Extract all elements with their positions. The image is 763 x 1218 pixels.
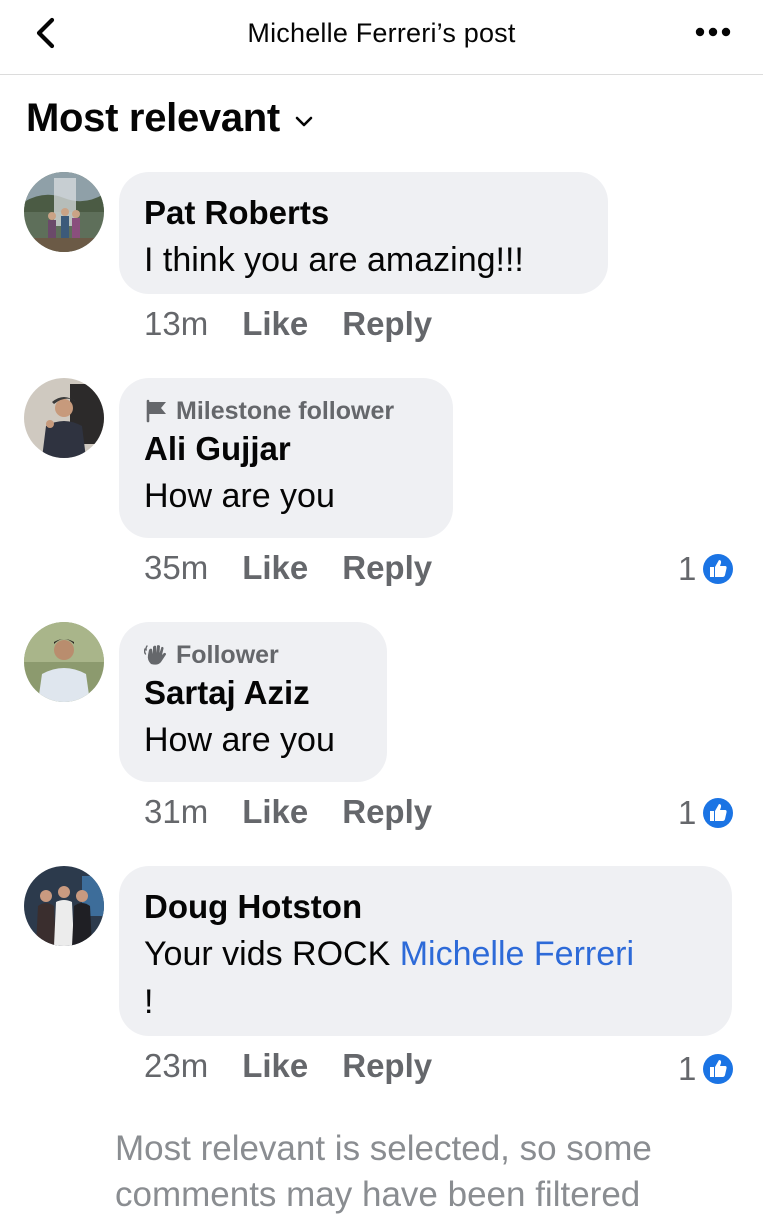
sort-dropdown[interactable]: Most relevant bbox=[26, 96, 314, 141]
sort-label: Most relevant bbox=[26, 96, 280, 140]
avatar[interactable] bbox=[24, 866, 104, 946]
comment-bubble[interactable]: Doug Hotston Your vids ROCK Michelle Fer… bbox=[119, 866, 732, 1036]
comment-actions: 35m Like Reply bbox=[144, 549, 432, 587]
comment-time: 23m bbox=[144, 1047, 209, 1084]
like-button[interactable]: Like bbox=[242, 549, 308, 587]
comment-text-part: Your vids ROCK bbox=[144, 935, 400, 973]
commenter-name[interactable]: Ali Gujjar bbox=[144, 426, 427, 472]
filter-notice: Most relevant is selected, so some comme… bbox=[115, 1129, 652, 1214]
reaction-count[interactable]: 1 bbox=[678, 794, 736, 832]
more-options-button[interactable] bbox=[690, 20, 740, 50]
follower-badge: Follower bbox=[144, 640, 361, 670]
comment-actions: 13m Like Reply bbox=[144, 305, 432, 343]
comment-bubble[interactable]: Milestone follower Ali Gujjar How are yo… bbox=[119, 378, 453, 538]
more-dots-icon bbox=[695, 27, 731, 37]
top-bar: Michelle Ferreri’s post bbox=[0, 0, 763, 75]
wave-hand-icon bbox=[144, 645, 166, 665]
comment-time: 31m bbox=[144, 793, 209, 830]
avatar-photo bbox=[24, 622, 104, 702]
comment-text: Your vids ROCK Michelle Ferreri! bbox=[144, 930, 706, 1026]
like-button[interactable]: Like bbox=[242, 1047, 308, 1085]
comment-time: 13m bbox=[144, 305, 209, 342]
badge-label: Follower bbox=[176, 640, 279, 669]
reaction-number: 1 bbox=[678, 550, 697, 587]
comment-text-part: ! bbox=[144, 983, 154, 1021]
reaction-number: 1 bbox=[678, 794, 697, 831]
like-button[interactable]: Like bbox=[242, 305, 308, 343]
milestone-badge: Milestone follower bbox=[144, 396, 427, 426]
comment-time: 35m bbox=[144, 549, 209, 586]
like-reaction-icon bbox=[701, 796, 736, 830]
comment-actions: 31m Like Reply bbox=[144, 793, 432, 831]
reaction-number: 1 bbox=[678, 1050, 697, 1087]
page-title: Michelle Ferreri’s post bbox=[247, 18, 516, 48]
comment-actions: 23m Like Reply bbox=[144, 1047, 432, 1085]
comment-text: How are you bbox=[144, 477, 335, 515]
commenter-name[interactable]: Sartaj Aziz bbox=[144, 670, 361, 716]
mention-link[interactable]: Michelle Ferreri bbox=[400, 935, 634, 973]
comment-bubble[interactable]: Follower Sartaj Aziz How are you bbox=[119, 622, 387, 782]
chevron-down-icon bbox=[295, 116, 313, 126]
like-reaction-icon bbox=[701, 552, 736, 586]
comment-bubble[interactable]: Pat Roberts I think you are amazing!!! bbox=[119, 172, 608, 294]
avatar[interactable] bbox=[24, 622, 104, 702]
commenter-name[interactable]: Doug Hotston bbox=[144, 884, 706, 930]
reply-button[interactable]: Reply bbox=[342, 793, 432, 831]
avatar-photo bbox=[24, 866, 104, 946]
comment-text: How are you bbox=[144, 721, 335, 759]
reply-button[interactable]: Reply bbox=[342, 549, 432, 587]
avatar-photo bbox=[24, 172, 104, 252]
reply-button[interactable]: Reply bbox=[342, 305, 432, 343]
commenter-name[interactable]: Pat Roberts bbox=[144, 190, 582, 236]
comment-text: I think you are amazing!!! bbox=[144, 241, 524, 279]
avatar[interactable] bbox=[24, 172, 104, 252]
reaction-count[interactable]: 1 bbox=[678, 1050, 736, 1088]
reply-button[interactable]: Reply bbox=[342, 1047, 432, 1085]
reaction-count[interactable]: 1 bbox=[678, 550, 736, 588]
like-button[interactable]: Like bbox=[242, 793, 308, 831]
like-reaction-icon bbox=[701, 1052, 736, 1086]
flag-icon bbox=[146, 399, 166, 423]
avatar[interactable] bbox=[24, 378, 104, 458]
badge-label: Milestone follower bbox=[176, 396, 395, 425]
avatar-photo bbox=[24, 378, 104, 458]
